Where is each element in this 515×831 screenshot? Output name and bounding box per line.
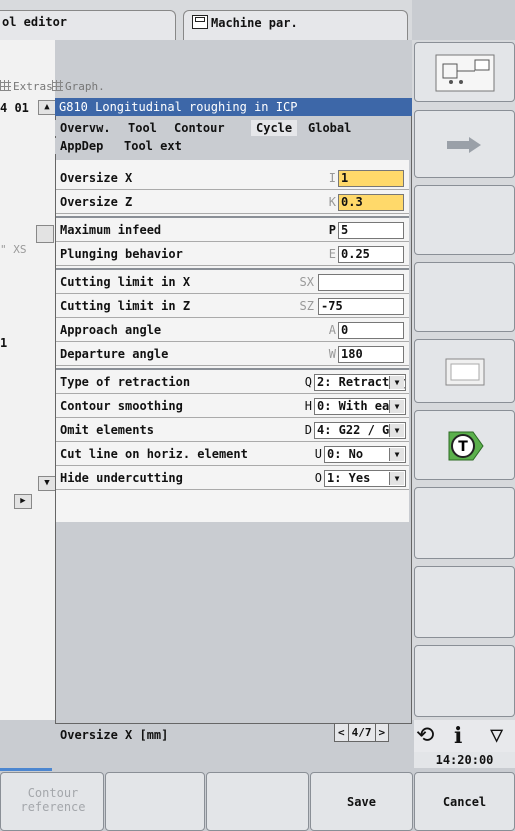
softkey-bottom-empty[interactable]	[206, 772, 309, 831]
cutting-limit-x-field[interactable]	[318, 274, 404, 291]
separator	[56, 216, 409, 218]
softkey-empty[interactable]	[414, 262, 515, 332]
separator	[56, 368, 409, 370]
softkey-arrow[interactable]	[414, 110, 515, 178]
status-text: Oversize X [mm]	[60, 728, 169, 742]
departure-angle-field[interactable]: 180	[338, 346, 404, 363]
softkey-empty[interactable]	[414, 487, 515, 559]
tab-machine-parameters[interactable]: Machine par.	[183, 10, 408, 40]
row-cutting-limit-x: Cutting limit in X SX	[56, 272, 409, 294]
approach-angle-field[interactable]: 0	[338, 322, 404, 339]
scroll-thumb[interactable]	[36, 225, 54, 243]
tool-t-icon: T	[448, 431, 484, 461]
tab-contour[interactable]: Contour	[169, 120, 230, 136]
row-omit-elements: Omit elements D 4: G22 / G23 ▼	[56, 420, 409, 442]
tab-tool[interactable]: Tool	[123, 120, 162, 136]
row-oversize-x: Oversize X I 1	[56, 168, 409, 190]
left-text: " XS	[0, 243, 27, 256]
save-button[interactable]: Save	[310, 772, 413, 831]
svg-text:T: T	[458, 439, 468, 455]
softkey-bottom-empty[interactable]	[105, 772, 205, 831]
row-approach-angle: Approach angle A 0	[56, 320, 409, 342]
nav-icons: ⟲ i ▽	[414, 720, 515, 752]
dialog-tabs: Overvw. Tool Contour Cycle Global AppDep…	[55, 118, 412, 158]
tab-bar: ol editor Machine par.	[0, 0, 412, 40]
scroll-up-button[interactable]: ▲	[38, 100, 56, 115]
row-plunging-behavior: Plunging behavior E 0.25	[56, 244, 409, 266]
softkey-tool[interactable]: T	[414, 410, 515, 480]
maximum-infeed-field[interactable]: 5	[338, 222, 404, 239]
tab-appdep[interactable]: AppDep	[55, 138, 109, 154]
softkey-machine[interactable]	[414, 42, 515, 102]
row-type-of-retraction: Type of retraction Q 2: Retract by ▼	[56, 372, 409, 394]
chevron-down-icon: ▼	[389, 376, 404, 389]
type-of-retraction-select[interactable]: 2: Retract by ▼	[314, 374, 406, 391]
row-cut-line-horiz: Cut line on horiz. element U 0: No ▼	[56, 444, 409, 466]
info-icon[interactable]: i	[454, 722, 462, 750]
cut-line-select[interactable]: 0: No ▼	[324, 446, 406, 463]
oversize-z-field[interactable]: 0.3	[338, 194, 404, 211]
plunging-behavior-field[interactable]: 0.25	[338, 246, 404, 263]
row-maximum-infeed: Maximum infeed P 5	[56, 220, 409, 242]
clock: 14:20:00	[414, 752, 515, 768]
chevron-down-icon: ▼	[389, 448, 404, 461]
active-indicator	[0, 768, 52, 771]
omit-elements-select[interactable]: 4: G22 / G23 ▼	[314, 422, 406, 439]
contour-reference-button[interactable]: Contour reference	[0, 772, 104, 831]
tab-label: Machine par.	[211, 16, 298, 30]
softkey-empty[interactable]	[414, 566, 515, 638]
left-panel	[0, 40, 55, 720]
pager: <4/7 >	[334, 723, 390, 743]
softkey-empty[interactable]	[414, 645, 515, 717]
next-page-button[interactable]: >	[374, 723, 390, 742]
row-oversize-z: Oversize Z K 0.3	[56, 192, 409, 214]
line-number: 4 01	[0, 101, 29, 115]
scroll-down-button[interactable]: ▼	[38, 476, 56, 491]
menu-graph[interactable]: Graph.	[52, 80, 105, 93]
tab-tool-editor[interactable]: ol editor	[0, 10, 176, 40]
grid-icon	[0, 80, 11, 91]
row-departure-angle: Departure angle W 180	[56, 344, 409, 366]
arrow-right-icon	[447, 137, 481, 153]
tab-tool-ext[interactable]: Tool ext	[119, 138, 187, 154]
chevron-down-icon: ▼	[389, 400, 404, 413]
dialog-title: G810 Longitudinal roughing in ICP	[55, 98, 412, 116]
refresh-icon[interactable]: ⟲	[416, 722, 434, 750]
softkey-empty[interactable]	[414, 185, 515, 255]
grid-icon	[52, 80, 63, 91]
page-indicator: 4/7	[348, 723, 375, 742]
menu-row: Extras Graph.	[0, 76, 180, 98]
cancel-button[interactable]: Cancel	[414, 772, 515, 831]
prev-page-button[interactable]: <	[334, 723, 349, 742]
softkey-film[interactable]	[414, 339, 515, 403]
tab-label: ol editor	[2, 15, 68, 29]
tab-overview[interactable]: Overvw.	[55, 120, 116, 136]
row-contour-smoothing: Contour smoothing H 0: With each ▼	[56, 396, 409, 418]
row-hide-undercutting: Hide undercutting O 1: Yes ▼	[56, 468, 409, 490]
oversize-x-field[interactable]: 1	[338, 170, 404, 187]
scroll-right-button[interactable]: ▶	[14, 494, 32, 509]
tab-global[interactable]: Global	[303, 120, 357, 136]
machine-parameter-icon	[192, 15, 208, 29]
triangle-down-icon[interactable]: ▽	[490, 722, 503, 750]
chevron-down-icon: ▼	[389, 424, 404, 437]
row-cutting-limit-z: Cutting limit in Z SZ -75	[56, 296, 409, 318]
machine-icon	[435, 54, 495, 92]
contour-smoothing-select[interactable]: 0: With each ▼	[314, 398, 406, 415]
tab-cycle[interactable]: Cycle	[251, 120, 298, 136]
film-strip-icon	[445, 358, 485, 386]
separator	[56, 268, 409, 270]
chevron-down-icon: ▼	[389, 472, 404, 485]
hide-undercutting-select[interactable]: 1: Yes ▼	[324, 470, 406, 487]
menu-extras[interactable]: Extras	[0, 80, 53, 93]
cutting-limit-z-field[interactable]: -75	[318, 298, 404, 315]
left-text: 1	[0, 336, 8, 350]
